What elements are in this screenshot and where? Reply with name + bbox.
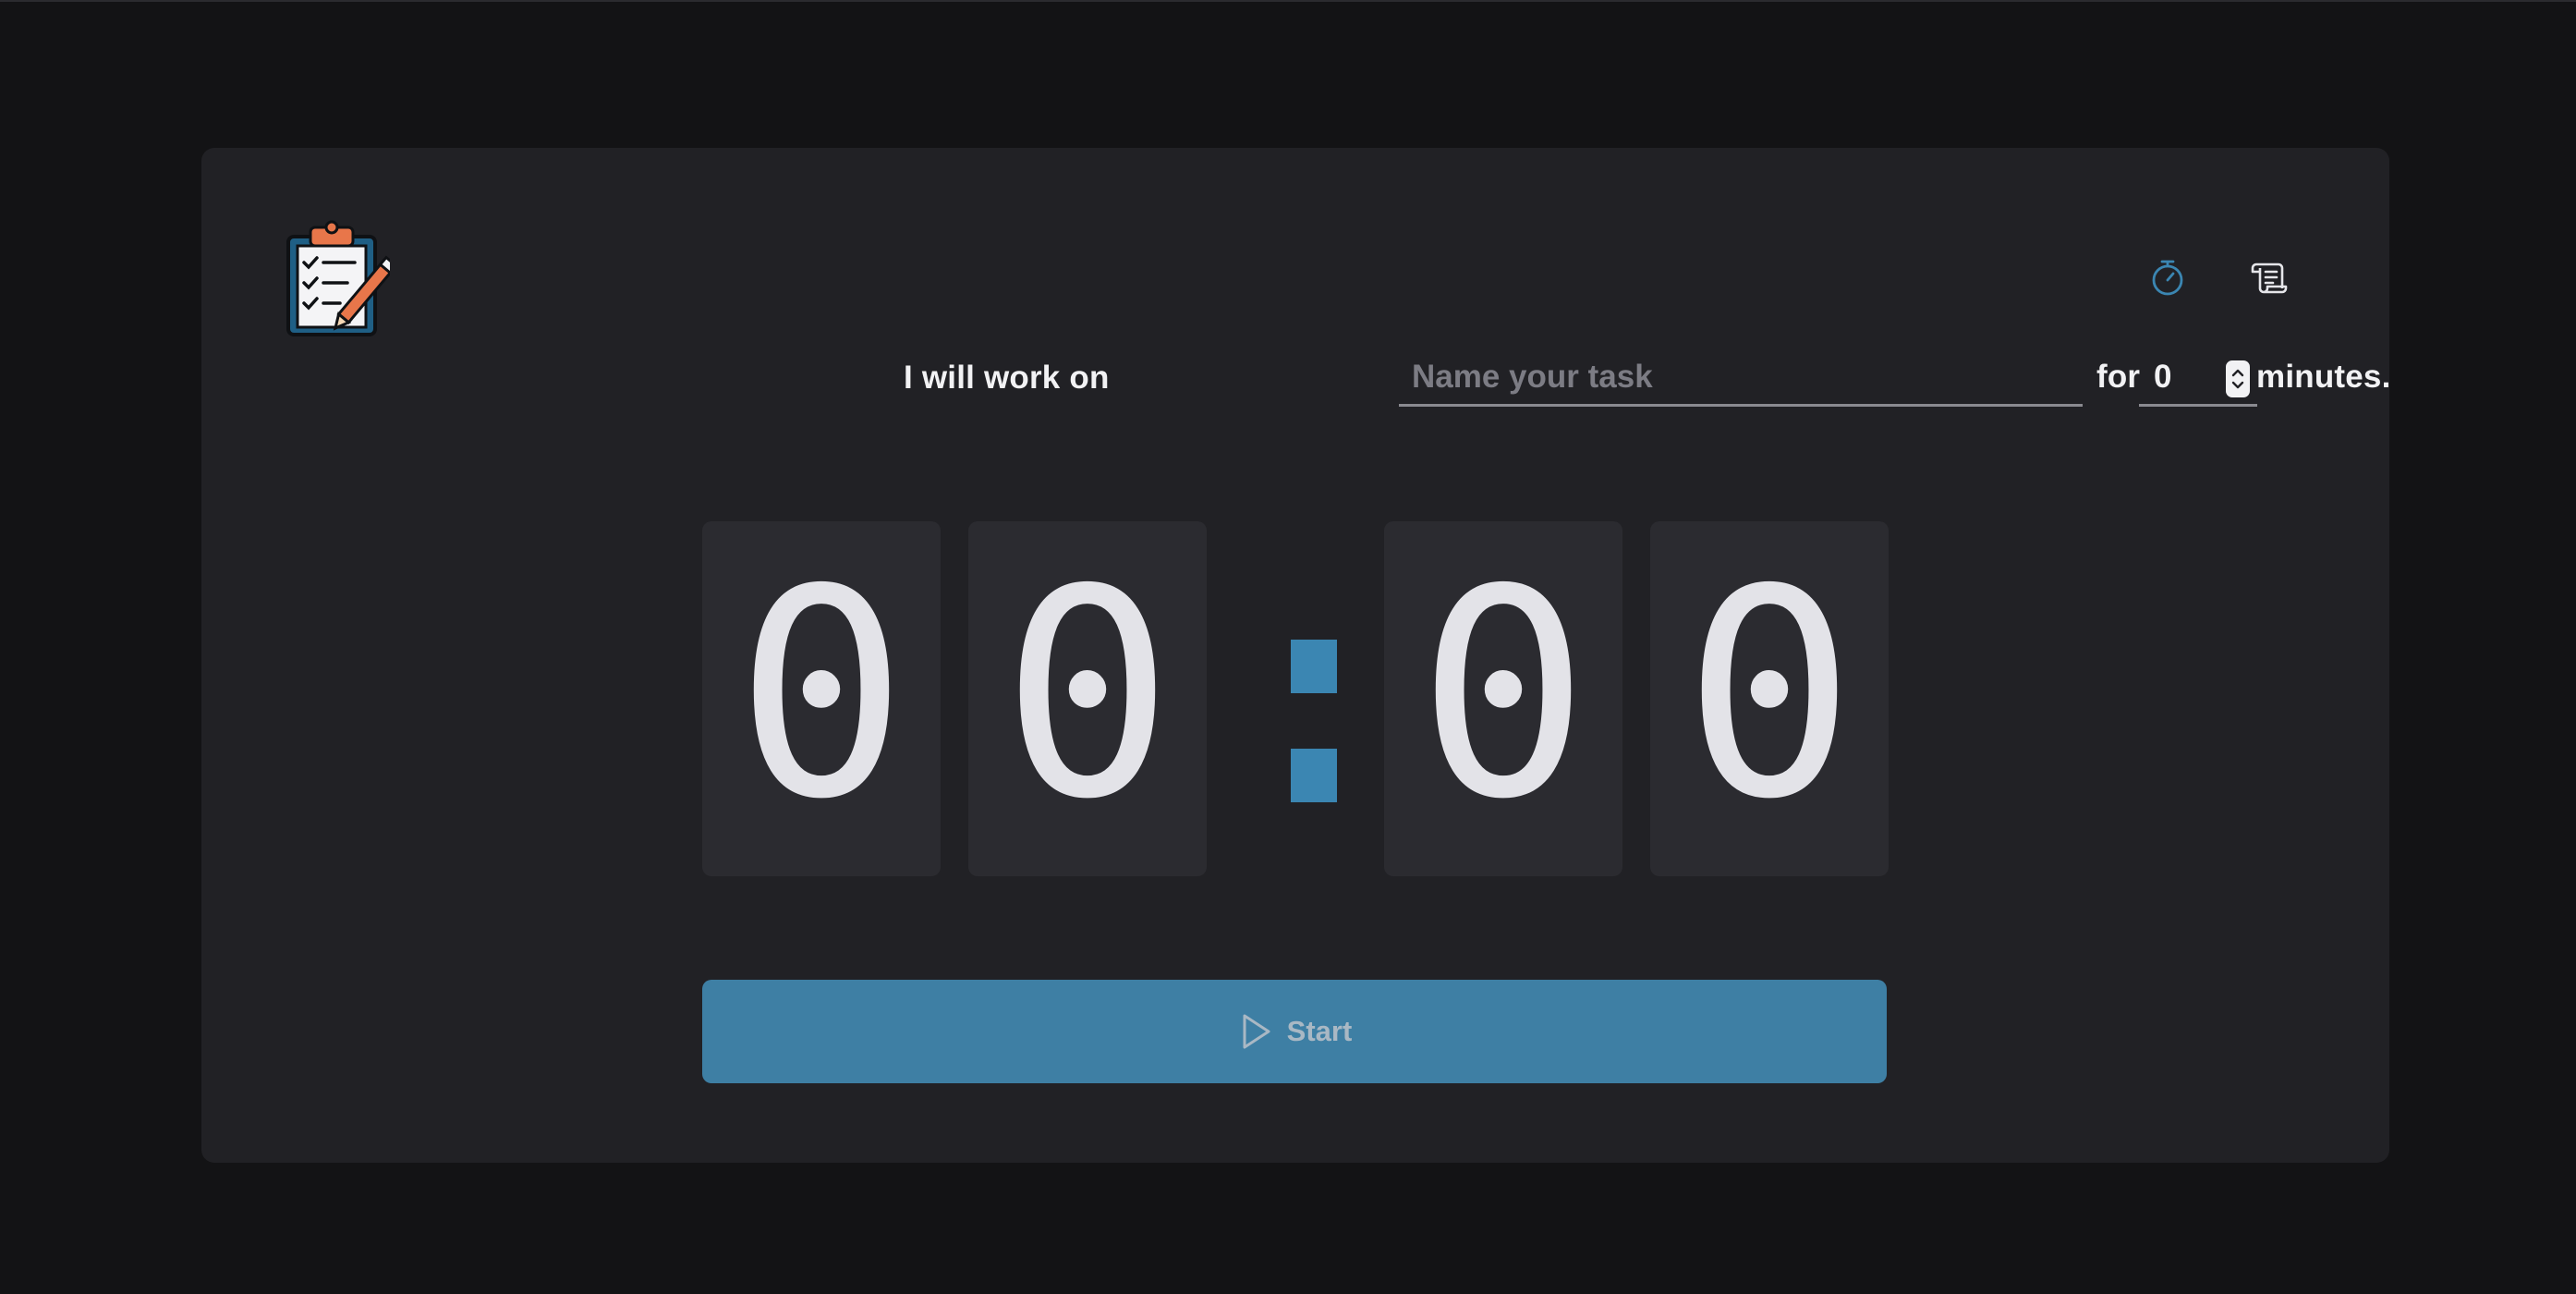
minutes-suffix-label: minutes.	[2256, 359, 2391, 395]
digit-value: 0	[1683, 529, 1856, 862]
window-top-border	[0, 0, 2576, 2]
countdown-display: 0 0 0 0	[702, 521, 1894, 882]
play-icon	[1237, 1011, 1274, 1052]
start-button[interactable]: Start	[702, 980, 1887, 1083]
task-prefix-label: I will work on	[904, 360, 1110, 396]
digit-value: 0	[735, 529, 908, 862]
task-sentence: I will work on for 0 minutes.	[702, 349, 2390, 442]
minutes-input[interactable]: 0	[2139, 349, 2257, 407]
seconds-ones-digit: 0	[1650, 521, 1889, 876]
digit-value: 0	[1001, 529, 1174, 862]
time-separator	[1268, 521, 1360, 876]
start-button-content: Start	[1237, 1011, 1353, 1052]
minutes-stepper[interactable]	[2226, 360, 2250, 397]
for-label: for	[2096, 359, 2141, 395]
task-name-input[interactable]	[1399, 349, 2083, 407]
digit-value: 0	[1416, 529, 1590, 862]
minutes-ones-digit: 0	[968, 521, 1207, 876]
start-button-label: Start	[1286, 1015, 1353, 1047]
scroll-log-icon[interactable]	[2245, 253, 2293, 301]
seconds-tens-digit: 0	[1384, 521, 1622, 876]
separator-dot-top	[1291, 640, 1337, 693]
separator-dot-bottom	[1291, 749, 1337, 802]
minutes-value[interactable]: 0	[2154, 359, 2171, 396]
timer-card: I will work on for 0 minutes. 0 0 0	[201, 148, 2390, 1163]
minutes-tens-digit: 0	[702, 521, 941, 876]
stopwatch-icon[interactable]	[2144, 253, 2192, 301]
clipboard-checklist-pencil-icon	[281, 218, 390, 338]
